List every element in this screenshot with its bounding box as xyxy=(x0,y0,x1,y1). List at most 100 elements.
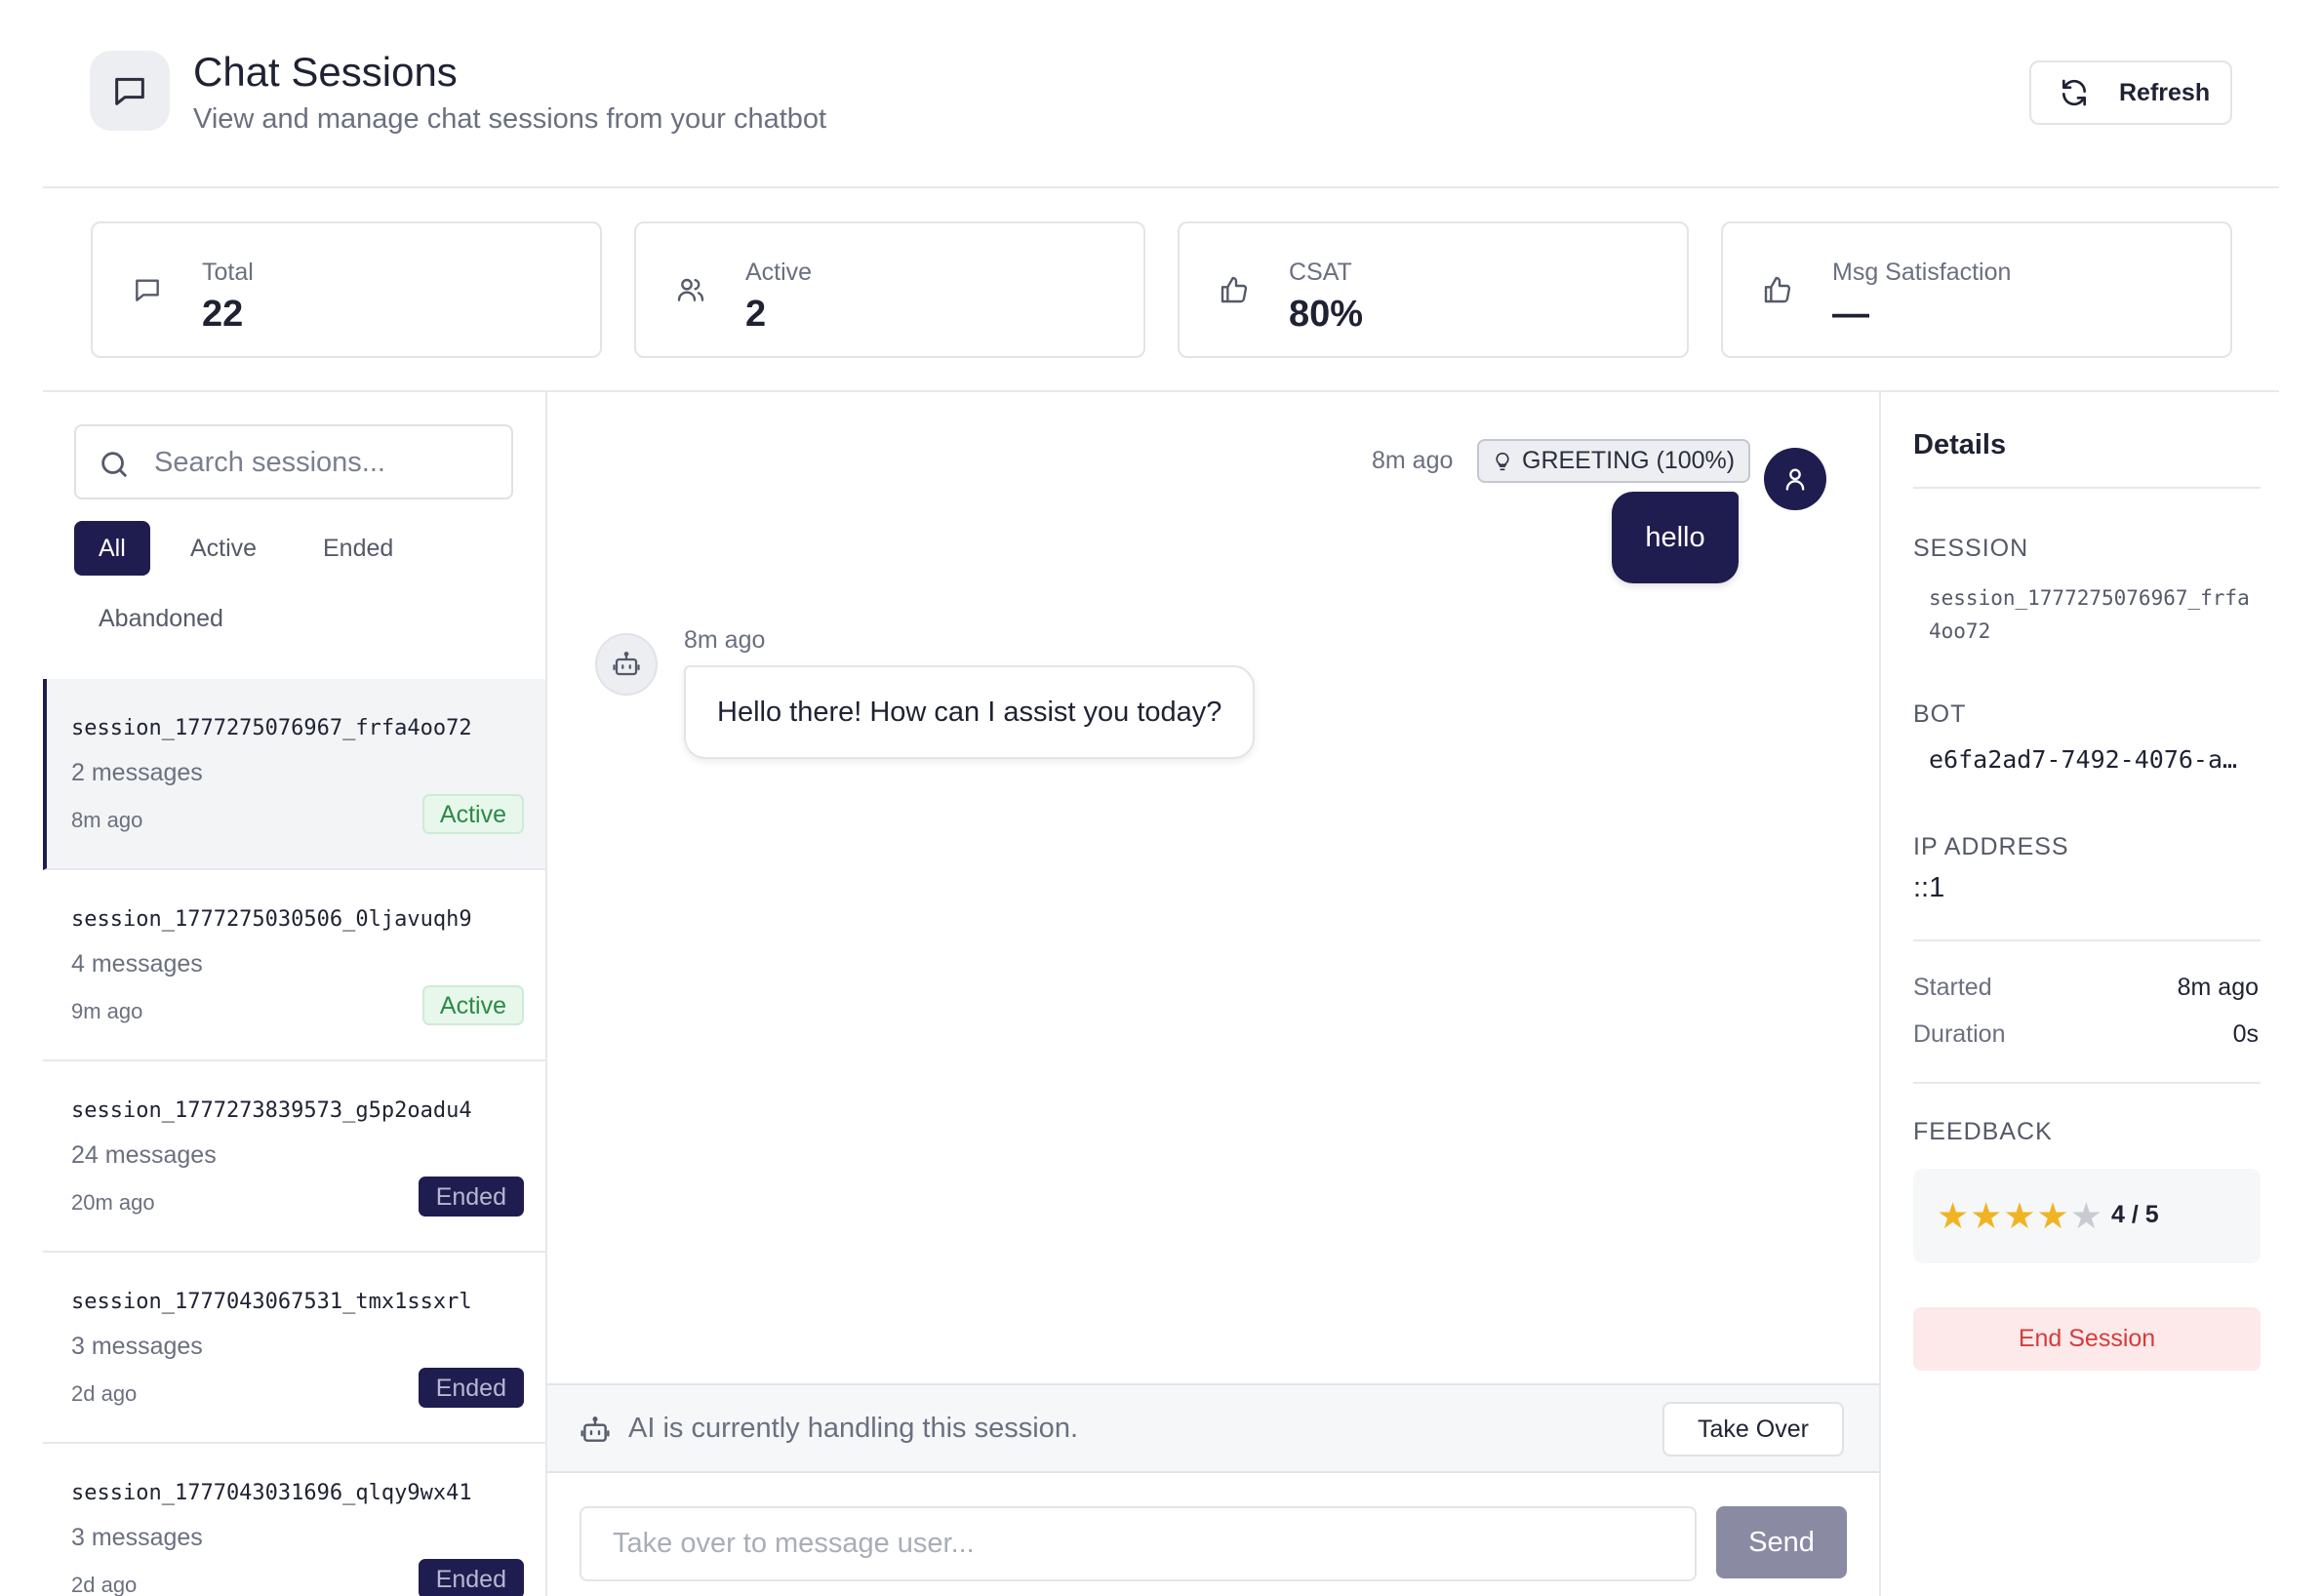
stat-card-csat: CSAT 80% xyxy=(1178,221,1689,358)
user-icon xyxy=(1782,465,1809,493)
stat-label: Msg Satisfaction xyxy=(1832,259,2012,286)
status-badge: Ended xyxy=(418,1177,524,1217)
refresh-icon xyxy=(2059,77,2090,108)
details-panel: Details SESSION session_1777275076967_fr… xyxy=(1879,392,2279,1596)
chat-bubble-icon xyxy=(90,51,170,131)
stat-card-total: Total 22 xyxy=(91,221,602,358)
status-badge: Ended xyxy=(418,1368,524,1408)
session-list: session_1777275076967_frfa4oo72 2 messag… xyxy=(43,679,545,1596)
users-icon xyxy=(675,274,706,305)
search-icon xyxy=(98,448,131,481)
user-avatar xyxy=(1764,448,1826,510)
page-title: Chat Sessions xyxy=(193,49,458,95)
search-input[interactable] xyxy=(154,440,496,485)
stat-card-msg-satisfaction: Msg Satisfaction — xyxy=(1721,221,2232,358)
divider xyxy=(1913,1082,2261,1084)
bot-message-time: 8m ago xyxy=(684,626,766,654)
thumbs-up-icon xyxy=(1219,274,1250,305)
session-id: session_1777043031696_qlqy9wx41 xyxy=(71,1481,472,1505)
session-item[interactable]: session_1777043067531_tmx1ssxrl 3 messag… xyxy=(43,1253,545,1444)
bot-icon xyxy=(612,650,641,679)
stat-value: 2 xyxy=(745,294,767,335)
session-time: 2d ago xyxy=(71,1381,138,1406)
session-time: 20m ago xyxy=(71,1190,155,1215)
star-icon: ★ xyxy=(1970,1196,2003,1236)
stat-label: Active xyxy=(745,259,813,286)
send-button[interactable]: Send xyxy=(1716,1506,1847,1578)
session-time: 8m ago xyxy=(71,808,143,832)
divider xyxy=(1913,939,2261,941)
filter-ended[interactable]: Ended xyxy=(299,521,418,576)
intent-chip: GREETING (100%) xyxy=(1477,439,1751,483)
status-badge: Active xyxy=(421,794,524,834)
feedback-box: ★ ★ ★ ★ ★ 4 / 5 xyxy=(1913,1169,2261,1263)
message-input[interactable] xyxy=(580,1506,1697,1581)
ip-address-label: IP ADDRESS xyxy=(1913,833,2069,860)
started-value: 8m ago xyxy=(2177,974,2259,1001)
page-subtitle: View and manage chat sessions from your … xyxy=(193,103,827,135)
refresh-button[interactable]: Refresh xyxy=(2029,60,2232,125)
ai-handling-text: AI is currently handling this session. xyxy=(628,1413,1078,1444)
chat-panel: 8m ago GREETING (100%) hello 8m ago Hell… xyxy=(547,392,1879,1596)
thumbs-up-icon xyxy=(1762,274,1793,305)
started-label: Started xyxy=(1913,974,1992,1001)
session-item[interactable]: session_1777273839573_g5p2oadu4 24 messa… xyxy=(43,1061,545,1253)
session-item[interactable]: session_1777043031696_qlqy9wx41 3 messag… xyxy=(43,1444,545,1596)
star-rating: ★ ★ ★ ★ ★ xyxy=(1937,1198,2102,1234)
details-title: Details xyxy=(1913,429,2007,460)
user-message-time: 8m ago xyxy=(1372,447,1454,474)
refresh-label: Refresh xyxy=(2119,78,2211,106)
session-label: SESSION xyxy=(1913,535,2029,562)
bot-message-bubble: Hello there! How can I assist you today? xyxy=(684,665,1256,759)
status-badge: Active xyxy=(421,985,524,1025)
session-message-count: 4 messages xyxy=(71,950,203,978)
session-item[interactable]: session_1777275076967_frfa4oo72 2 messag… xyxy=(43,679,545,870)
lightbulb-icon xyxy=(1493,450,1512,473)
stat-card-active: Active 2 xyxy=(634,221,1145,358)
stat-value: 80% xyxy=(1289,294,1364,335)
stat-value: 22 xyxy=(202,294,244,335)
filter-abandoned[interactable]: Abandoned xyxy=(74,591,248,646)
star-empty-icon: ★ xyxy=(2069,1196,2102,1236)
intent-label: GREETING (100%) xyxy=(1522,447,1736,474)
stat-label: CSAT xyxy=(1289,259,1352,286)
filter-all[interactable]: All xyxy=(74,521,150,576)
bot-label: BOT xyxy=(1913,700,1967,728)
session-id-value: session_1777275076967_frfa4oo72 xyxy=(1929,586,2250,643)
session-time: 2d ago xyxy=(71,1573,138,1596)
session-id: session_1777275076967_frfa4oo72 xyxy=(71,716,472,740)
session-id: session_1777273839573_g5p2oadu4 xyxy=(71,1098,472,1123)
session-message-count: 3 messages xyxy=(71,1333,203,1360)
sessions-panel: All Active Ended Abandoned session_17772… xyxy=(43,392,547,1596)
bot-icon xyxy=(580,1415,611,1446)
bot-avatar xyxy=(595,633,658,696)
stat-label: Total xyxy=(202,259,254,286)
star-icon: ★ xyxy=(1937,1196,1970,1236)
session-message-count: 2 messages xyxy=(71,759,203,786)
page-header: Chat Sessions View and manage chat sessi… xyxy=(43,0,2279,188)
session-message-count: 3 messages xyxy=(71,1524,203,1551)
feedback-label: FEEDBACK xyxy=(1913,1118,2053,1145)
ip-address-value: ::1 xyxy=(1913,872,1945,903)
bot-id-value: e6fa2ad7-7492-4076-a4… xyxy=(1929,745,2247,774)
search-box[interactable] xyxy=(74,424,513,499)
star-icon: ★ xyxy=(2003,1196,2036,1236)
star-icon: ★ xyxy=(2036,1196,2069,1236)
ai-handling-bar: AI is currently handling this session. T… xyxy=(547,1383,1879,1473)
end-session-button[interactable]: End Session xyxy=(1913,1307,2261,1371)
user-message-bubble: hello xyxy=(1612,492,1739,583)
status-badge: Ended xyxy=(418,1559,524,1596)
rating-text: 4 / 5 xyxy=(2111,1201,2159,1228)
filter-active[interactable]: Active xyxy=(166,521,281,576)
duration-label: Duration xyxy=(1913,1020,2006,1048)
session-id: session_1777043067531_tmx1ssxrl xyxy=(71,1290,472,1314)
duration-value: 0s xyxy=(2232,1020,2259,1048)
session-message-count: 24 messages xyxy=(71,1141,217,1169)
divider xyxy=(1913,487,2261,489)
chat-bubble-icon xyxy=(132,274,163,305)
stats-row: Total 22 Active 2 CSAT 80% Msg Satisfact… xyxy=(43,188,2279,392)
take-over-button[interactable]: Take Over xyxy=(1662,1402,1844,1456)
stat-value: — xyxy=(1832,294,1869,335)
session-item[interactable]: session_1777275030506_0ljavuqh9 4 messag… xyxy=(43,870,545,1061)
session-time: 9m ago xyxy=(71,999,143,1023)
